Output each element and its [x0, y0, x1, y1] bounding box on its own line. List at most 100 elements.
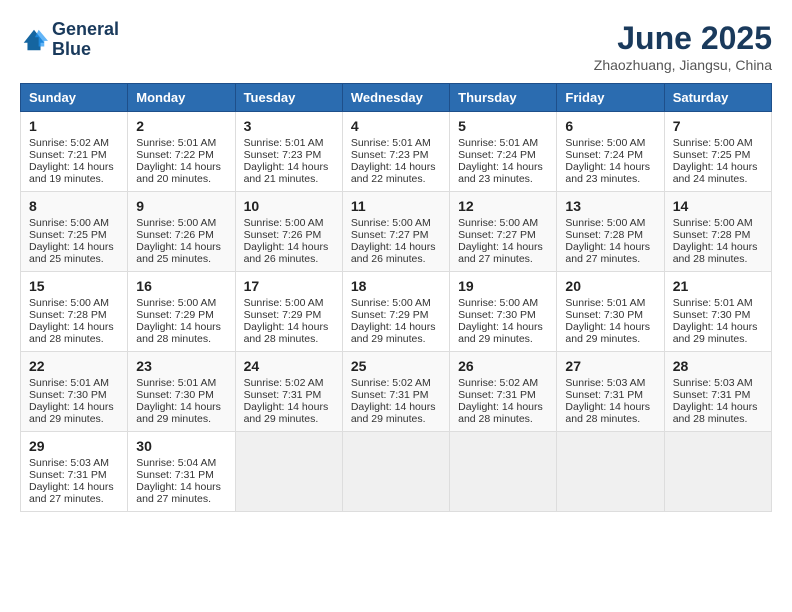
day-header-wednesday: Wednesday	[342, 84, 449, 112]
daylight-label: Daylight: 14 hours	[136, 401, 221, 413]
daylight-label: Daylight: 14 hours	[673, 321, 758, 333]
day-number: 9	[136, 198, 226, 214]
sunset-label: Sunset: 7:28 PM	[673, 229, 751, 241]
calendar-cell: 9 Sunrise: 5:00 AM Sunset: 7:26 PM Dayli…	[128, 192, 235, 272]
day-number: 3	[244, 118, 334, 134]
day-number: 14	[673, 198, 763, 214]
day-number: 5	[458, 118, 548, 134]
calendar-cell: 3 Sunrise: 5:01 AM Sunset: 7:23 PM Dayli…	[235, 112, 342, 192]
daylight-label: Daylight: 14 hours	[29, 481, 114, 493]
day-number: 16	[136, 278, 226, 294]
daylight-label: Daylight: 14 hours	[565, 321, 650, 333]
sunrise-label: Sunrise: 5:01 AM	[244, 137, 324, 149]
daylight-minutes: and 28 minutes.	[458, 413, 533, 425]
sunset-label: Sunset: 7:26 PM	[136, 229, 214, 241]
calendar-cell: 5 Sunrise: 5:01 AM Sunset: 7:24 PM Dayli…	[450, 112, 557, 192]
daylight-minutes: and 28 minutes.	[565, 413, 640, 425]
day-header-monday: Monday	[128, 84, 235, 112]
daylight-label: Daylight: 14 hours	[673, 161, 758, 173]
day-number: 4	[351, 118, 441, 134]
daylight-label: Daylight: 14 hours	[458, 321, 543, 333]
sunrise-label: Sunrise: 5:04 AM	[136, 457, 216, 469]
sunset-label: Sunset: 7:24 PM	[458, 149, 536, 161]
sunrise-label: Sunrise: 5:01 AM	[565, 297, 645, 309]
page-header: General Blue June 2025 Zhaozhuang, Jiang…	[20, 20, 772, 73]
logo-icon	[20, 26, 48, 54]
day-number: 6	[565, 118, 655, 134]
sunrise-label: Sunrise: 5:01 AM	[673, 297, 753, 309]
sunrise-label: Sunrise: 5:00 AM	[136, 297, 216, 309]
calendar-cell: 16 Sunrise: 5:00 AM Sunset: 7:29 PM Dayl…	[128, 272, 235, 352]
sunset-label: Sunset: 7:30 PM	[29, 389, 107, 401]
daylight-minutes: and 26 minutes.	[244, 253, 319, 265]
day-number: 13	[565, 198, 655, 214]
day-number: 26	[458, 358, 548, 374]
sunrise-label: Sunrise: 5:00 AM	[29, 217, 109, 229]
daylight-label: Daylight: 14 hours	[29, 321, 114, 333]
daylight-minutes: and 20 minutes.	[136, 173, 211, 185]
week-row-3: 15 Sunrise: 5:00 AM Sunset: 7:28 PM Dayl…	[21, 272, 772, 352]
day-number: 19	[458, 278, 548, 294]
calendar-cell: 24 Sunrise: 5:02 AM Sunset: 7:31 PM Dayl…	[235, 352, 342, 432]
calendar-cell: 29 Sunrise: 5:03 AM Sunset: 7:31 PM Dayl…	[21, 432, 128, 512]
sunset-label: Sunset: 7:31 PM	[458, 389, 536, 401]
sunset-label: Sunset: 7:23 PM	[351, 149, 429, 161]
calendar-cell: 11 Sunrise: 5:00 AM Sunset: 7:27 PM Dayl…	[342, 192, 449, 272]
daylight-minutes: and 25 minutes.	[29, 253, 104, 265]
sunset-label: Sunset: 7:27 PM	[351, 229, 429, 241]
sunset-label: Sunset: 7:21 PM	[29, 149, 107, 161]
calendar-table: SundayMondayTuesdayWednesdayThursdayFrid…	[20, 83, 772, 512]
sunset-label: Sunset: 7:30 PM	[136, 389, 214, 401]
calendar-cell: 21 Sunrise: 5:01 AM Sunset: 7:30 PM Dayl…	[664, 272, 771, 352]
sunrise-label: Sunrise: 5:02 AM	[351, 377, 431, 389]
sunset-label: Sunset: 7:30 PM	[673, 309, 751, 321]
week-row-1: 1 Sunrise: 5:02 AM Sunset: 7:21 PM Dayli…	[21, 112, 772, 192]
daylight-minutes: and 29 minutes.	[351, 413, 426, 425]
calendar-cell: 4 Sunrise: 5:01 AM Sunset: 7:23 PM Dayli…	[342, 112, 449, 192]
calendar-cell: 22 Sunrise: 5:01 AM Sunset: 7:30 PM Dayl…	[21, 352, 128, 432]
sunrise-label: Sunrise: 5:01 AM	[136, 377, 216, 389]
daylight-label: Daylight: 14 hours	[351, 401, 436, 413]
day-number: 10	[244, 198, 334, 214]
calendar-cell: 7 Sunrise: 5:00 AM Sunset: 7:25 PM Dayli…	[664, 112, 771, 192]
sunset-label: Sunset: 7:29 PM	[136, 309, 214, 321]
calendar-cell: 26 Sunrise: 5:02 AM Sunset: 7:31 PM Dayl…	[450, 352, 557, 432]
sunset-label: Sunset: 7:30 PM	[565, 309, 643, 321]
location: Zhaozhuang, Jiangsu, China	[594, 57, 772, 73]
calendar-cell: 13 Sunrise: 5:00 AM Sunset: 7:28 PM Dayl…	[557, 192, 664, 272]
calendar-cell	[664, 432, 771, 512]
sunrise-label: Sunrise: 5:02 AM	[244, 377, 324, 389]
daylight-label: Daylight: 14 hours	[136, 241, 221, 253]
sunrise-label: Sunrise: 5:00 AM	[673, 217, 753, 229]
sunrise-label: Sunrise: 5:00 AM	[351, 297, 431, 309]
daylight-minutes: and 28 minutes.	[673, 413, 748, 425]
calendar-cell	[557, 432, 664, 512]
day-number: 11	[351, 198, 441, 214]
daylight-minutes: and 28 minutes.	[244, 333, 319, 345]
calendar-cell: 12 Sunrise: 5:00 AM Sunset: 7:27 PM Dayl…	[450, 192, 557, 272]
day-number: 30	[136, 438, 226, 454]
daylight-minutes: and 26 minutes.	[351, 253, 426, 265]
sunrise-label: Sunrise: 5:00 AM	[458, 297, 538, 309]
day-number: 7	[673, 118, 763, 134]
daylight-label: Daylight: 14 hours	[565, 401, 650, 413]
sunset-label: Sunset: 7:25 PM	[29, 229, 107, 241]
daylight-minutes: and 19 minutes.	[29, 173, 104, 185]
daylight-minutes: and 29 minutes.	[458, 333, 533, 345]
sunset-label: Sunset: 7:31 PM	[673, 389, 751, 401]
sunrise-label: Sunrise: 5:01 AM	[351, 137, 431, 149]
daylight-minutes: and 23 minutes.	[458, 173, 533, 185]
logo-line1: General	[52, 20, 119, 40]
daylight-label: Daylight: 14 hours	[136, 161, 221, 173]
sunset-label: Sunset: 7:25 PM	[673, 149, 751, 161]
calendar-cell: 18 Sunrise: 5:00 AM Sunset: 7:29 PM Dayl…	[342, 272, 449, 352]
sunset-label: Sunset: 7:28 PM	[565, 229, 643, 241]
daylight-label: Daylight: 14 hours	[244, 401, 329, 413]
sunrise-label: Sunrise: 5:00 AM	[29, 297, 109, 309]
daylight-minutes: and 28 minutes.	[136, 333, 211, 345]
day-number: 8	[29, 198, 119, 214]
sunset-label: Sunset: 7:26 PM	[244, 229, 322, 241]
sunrise-label: Sunrise: 5:01 AM	[136, 137, 216, 149]
day-number: 24	[244, 358, 334, 374]
sunset-label: Sunset: 7:31 PM	[136, 469, 214, 481]
